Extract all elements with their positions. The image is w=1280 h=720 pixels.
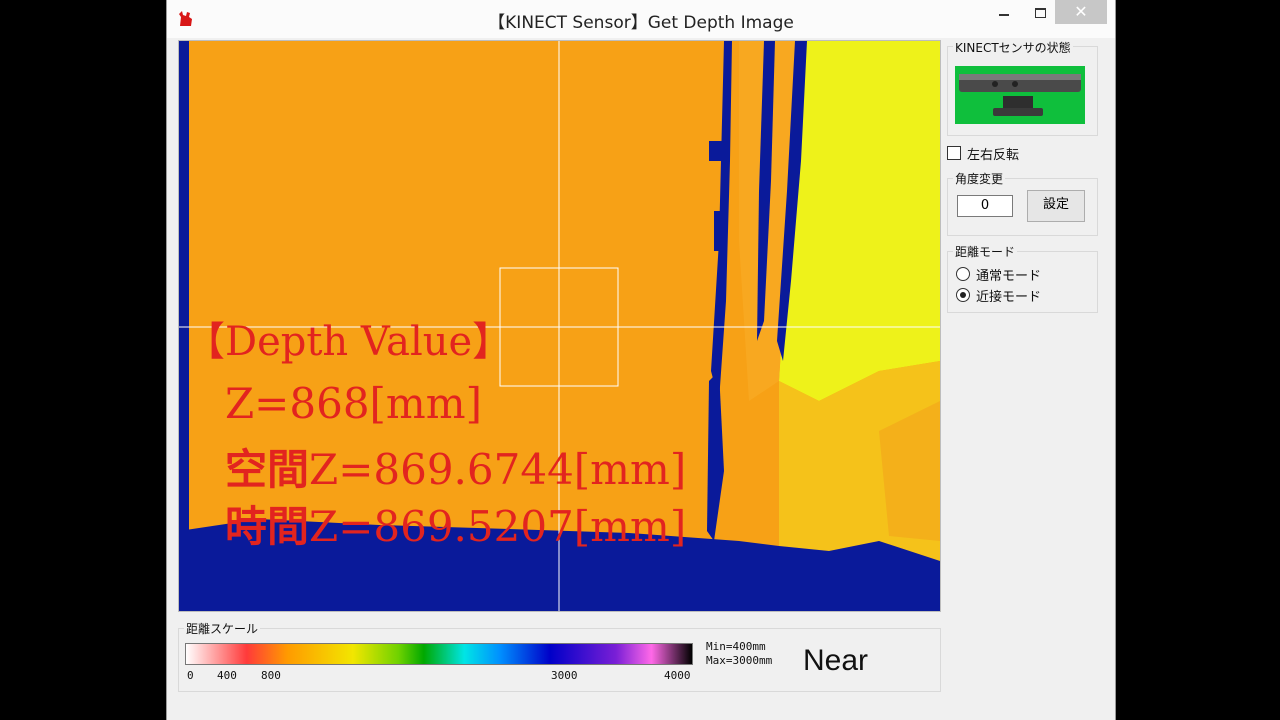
scale-min-text: Min=400mm [706, 640, 766, 653]
depth-image-view[interactable]: 【Depth Value】 Z=868[mm] 空間Z=869.6744[mm]… [178, 40, 941, 612]
scale-tick: 800 [261, 669, 281, 682]
kinect-sensor-image [955, 66, 1085, 124]
scale-max-text: Max=3000mm [706, 654, 773, 667]
spatial-z-prefix: 空間 [225, 445, 310, 494]
range-mode-indicator: Near [803, 644, 869, 677]
close-icon: ✕ [1074, 2, 1088, 21]
app-window: 【KINECT Sensor】Get Depth Image ✕ 【Depth … [166, 0, 1116, 720]
range-mode-label: 距離モード [953, 243, 1018, 260]
normal-mode-radio[interactable] [956, 267, 970, 281]
distance-color-scale [185, 643, 693, 665]
z-value-readout: Z=868[mm] [225, 379, 482, 428]
mirror-checkbox[interactable] [947, 146, 961, 160]
distance-scale-label: 距離スケール [184, 620, 261, 637]
sensor-status-label: KINECTセンサの状態 [953, 39, 1073, 56]
close-button[interactable]: ✕ [1055, 0, 1107, 24]
spatial-z-value: Z=869.6744[mm] [309, 445, 687, 494]
spatial-z-readout: 空間Z=869.6744[mm] [225, 436, 686, 497]
angle-group-label: 角度変更 [953, 170, 1006, 187]
title-bar: 【KINECT Sensor】Get Depth Image ✕ [167, 0, 1115, 38]
scale-tick: 3000 [551, 669, 578, 682]
temporal-z-value: Z=869.5207[mm] [309, 502, 687, 551]
scale-tick: 0 [187, 669, 194, 682]
scale-tick: 4000 [664, 669, 691, 682]
temporal-z-prefix: 時間 [225, 502, 310, 551]
scale-tick: 400 [217, 669, 237, 682]
window-title: 【KINECT Sensor】Get Depth Image [488, 13, 794, 33]
angle-input[interactable]: 0 [957, 195, 1013, 217]
set-angle-button[interactable]: 設定 [1027, 190, 1085, 222]
near-mode-radio[interactable] [956, 288, 970, 302]
near-mode-label: 近接モード [976, 290, 1042, 305]
maximize-button[interactable] [1025, 0, 1055, 24]
mirror-label: 左右反転 [967, 148, 1020, 163]
temporal-z-readout: 時間Z=869.5207[mm] [225, 493, 686, 554]
normal-mode-label: 通常モード [976, 269, 1042, 284]
depth-value-heading: 【Depth Value】 [185, 319, 513, 365]
minimize-button[interactable] [989, 0, 1019, 24]
